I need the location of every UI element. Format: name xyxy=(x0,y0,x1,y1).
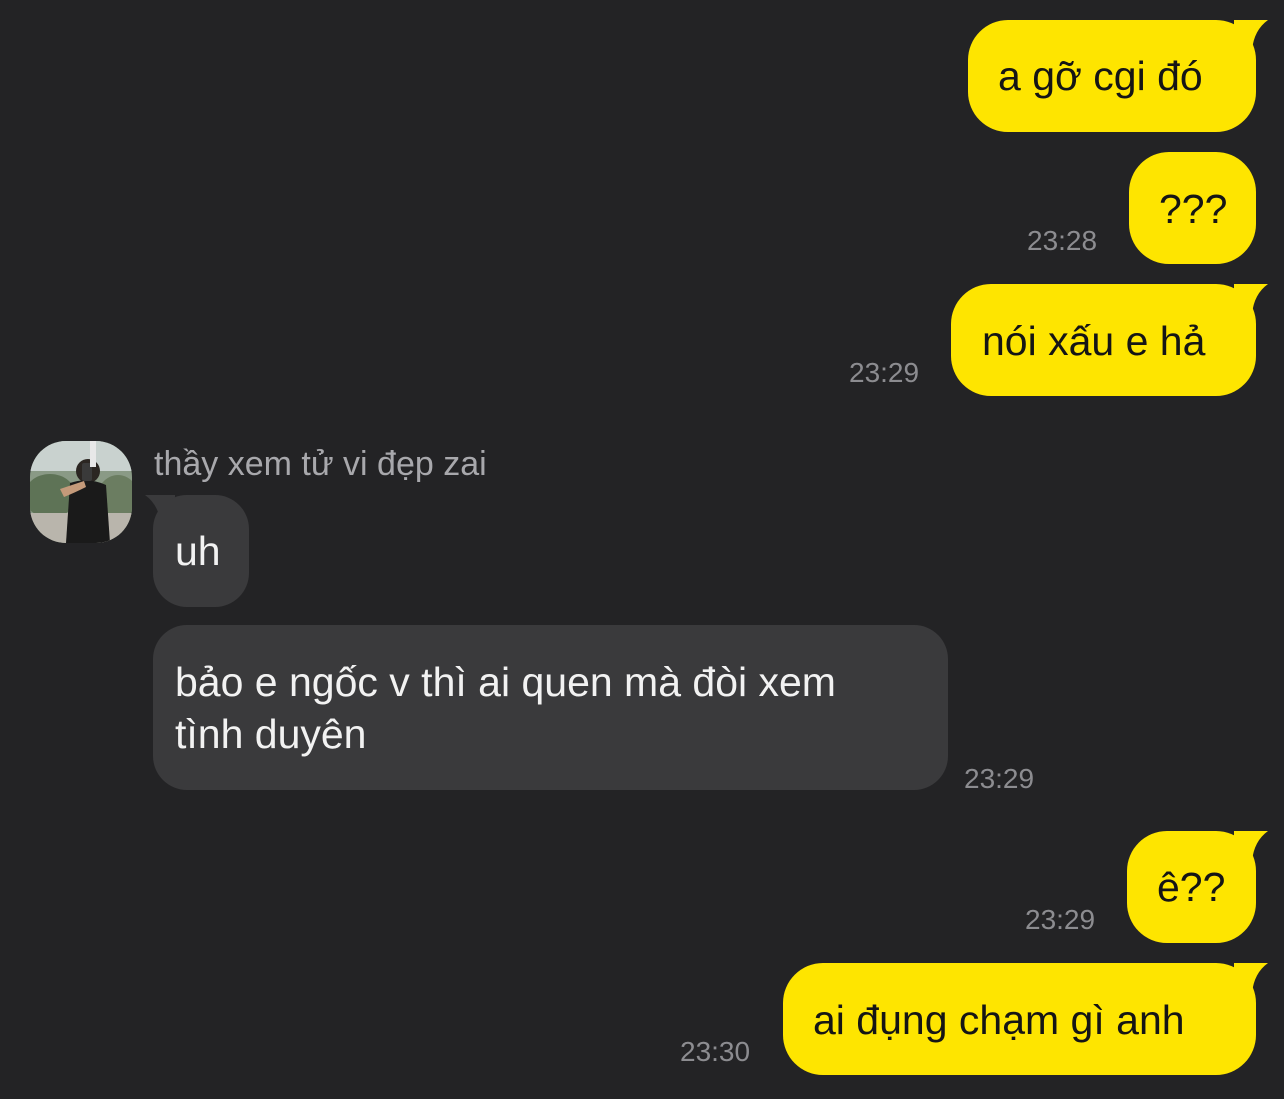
message-text: ??? xyxy=(1159,186,1228,232)
message-timestamp: 23:29 xyxy=(849,357,920,388)
outgoing-message-bubble[interactable]: a gỡ cgi đó xyxy=(968,20,1256,132)
sender-name: thầy xem tử vi đẹp zai xyxy=(154,445,487,483)
incoming-message-bubble[interactable]: bảo e ngốc v thì ai quen mà đòi xem tình… xyxy=(153,625,948,790)
bubble-tail-icon xyxy=(1234,284,1268,314)
message-text: nói xấu e hả xyxy=(982,318,1206,364)
outgoing-message-bubble[interactable]: ??? xyxy=(1129,152,1256,264)
bubble-tail-icon xyxy=(1234,831,1268,861)
message-timestamp: 23:28 xyxy=(1027,225,1098,256)
message-timestamp: 23:29 xyxy=(1025,904,1096,935)
message-timestamp: 23:30 xyxy=(680,1036,751,1067)
message-text: ê?? xyxy=(1157,864,1226,910)
message-text-line: bảo e ngốc v thì ai quen mà đòi xem xyxy=(175,659,836,705)
outgoing-message-bubble[interactable]: nói xấu e hả xyxy=(951,284,1256,396)
message-text: a gỡ cgi đó xyxy=(998,53,1203,99)
user-avatar-photo-icon xyxy=(30,441,132,543)
outgoing-message-bubble[interactable]: ai đụng chạm gì anh xyxy=(783,963,1256,1075)
chat-window: a gỡ cgi đó 23:28 ??? 23:29 nói xấu e hả… xyxy=(0,0,1284,1099)
message-timestamp: 23:29 xyxy=(964,763,1035,794)
bubble-tail-icon xyxy=(1234,20,1268,50)
message-text: ai đụng chạm gì anh xyxy=(813,997,1185,1043)
message-text: uh xyxy=(175,528,221,574)
incoming-message-bubble[interactable]: uh xyxy=(153,495,249,607)
sender-avatar[interactable] xyxy=(30,441,132,543)
bubble-tail-icon xyxy=(1234,963,1268,993)
message-text-line: tình duyên xyxy=(175,711,367,757)
